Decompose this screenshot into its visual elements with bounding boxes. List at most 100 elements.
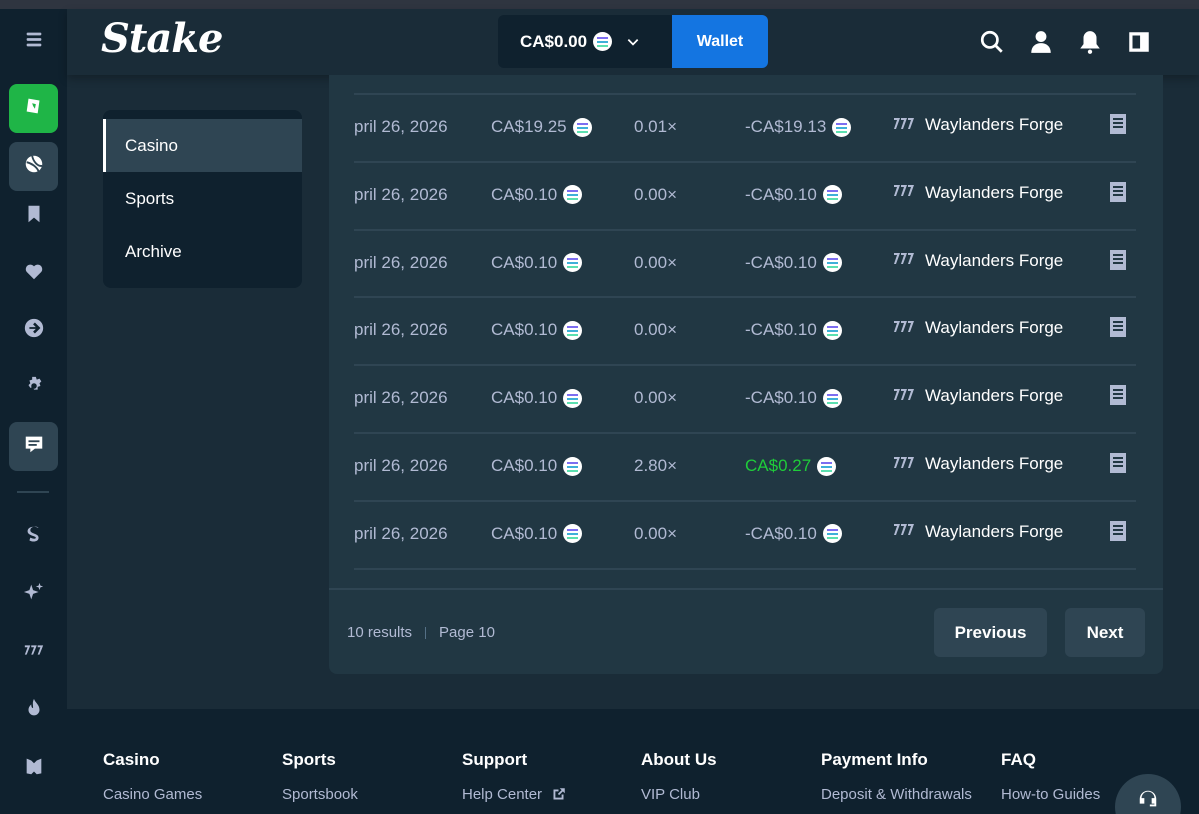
external-link-icon (553, 788, 565, 800)
footer-link-help-center[interactable]: Help Center (462, 786, 566, 803)
top-header: Stake CA$0.00 Wallet (67, 9, 1199, 75)
stake-originals-button[interactable] (9, 512, 58, 561)
slots-777-icon (893, 454, 925, 475)
footer-link-casino-games[interactable]: Casino Games (103, 786, 202, 803)
footer-link-vip-club[interactable]: VIP Club (641, 786, 717, 803)
favourites-button[interactable] (9, 249, 58, 298)
hot-games-button[interactable] (9, 686, 58, 735)
bet-amount: CA$0.10 (491, 184, 583, 206)
bet-details-button[interactable] (1109, 452, 1127, 474)
stake-logo[interactable]: Stake (101, 15, 223, 62)
balance-selector[interactable]: CA$0.00 (498, 15, 672, 68)
bookmark-icon (23, 203, 45, 230)
crypto-coin-icon (822, 388, 842, 408)
sports-button[interactable] (9, 142, 58, 191)
profile-button[interactable] (1028, 29, 1054, 55)
previous-page-button[interactable]: Previous (934, 608, 1047, 657)
pagination-separator (425, 626, 427, 639)
balance-amount: CA$0.00 (520, 31, 588, 51)
bet-amount: CA$0.10 (491, 455, 583, 477)
crypto-coin-icon (563, 320, 583, 340)
menu-icon (23, 28, 45, 55)
receipt-icon (1109, 181, 1127, 207)
crypto-coin-icon (822, 320, 842, 340)
bet-details-button[interactable] (1109, 316, 1127, 338)
notifications-button[interactable] (1077, 29, 1103, 55)
footer-link-deposit-withdrawals[interactable]: Deposit & Withdrawals (821, 786, 972, 803)
row-divider (354, 93, 1136, 95)
bet-amount: CA$0.10 (491, 319, 583, 341)
footer-heading: Sports (282, 750, 336, 769)
bet-payout: -CA$0.10 (745, 184, 842, 206)
game-link[interactable]: Waylanders Forge (893, 317, 1063, 339)
bet-payout: CA$0.27 (745, 455, 837, 477)
game-link[interactable]: Waylanders Forge (893, 182, 1063, 204)
new-releases-button[interactable] (9, 570, 58, 619)
bet-details-button[interactable] (1109, 384, 1127, 406)
casino-button[interactable] (9, 84, 58, 133)
bet-multiplier: 0.00× (634, 252, 678, 272)
footer-column-sports: Sports Sportsbook (282, 750, 358, 803)
receipt-icon (1109, 385, 1127, 410)
chevron-down-icon (627, 38, 639, 46)
menu-toggle-button[interactable] (9, 17, 58, 66)
panel-divider (329, 588, 1163, 590)
crypto-coin-icon (822, 253, 842, 273)
settings-button[interactable] (9, 364, 58, 413)
bet-payout: -CA$0.10 (745, 387, 842, 409)
headset-icon (1137, 788, 1159, 814)
recent-button[interactable] (9, 306, 58, 355)
crypto-coin-icon (563, 185, 583, 205)
bet-payout: -CA$0.10 (745, 319, 842, 341)
transactions-button[interactable] (9, 422, 58, 471)
promotions-button[interactable] (9, 744, 58, 793)
subnav-item-casino[interactable]: Casino (103, 119, 302, 172)
row-divider (354, 432, 1136, 434)
crypto-coin-icon (563, 388, 583, 408)
row-divider (354, 228, 1136, 231)
row-divider (354, 567, 1136, 570)
crypto-coin-icon (817, 456, 837, 476)
game-link[interactable]: Waylanders Forge (893, 385, 1063, 407)
window-top-strip (0, 0, 1199, 9)
crypto-coin-icon (832, 117, 852, 137)
heart-icon (23, 260, 45, 287)
bet-payout: -CA$0.10 (745, 252, 842, 274)
footer-heading: About Us (641, 750, 717, 769)
favourites-bookmark-button[interactable] (9, 192, 58, 241)
footer-link-sportsbook[interactable]: Sportsbook (282, 786, 358, 803)
toggle-chat-panel-button[interactable] (1126, 29, 1152, 55)
row-divider (354, 296, 1136, 299)
row-divider (354, 364, 1136, 367)
bet-multiplier: 0.00× (634, 523, 678, 543)
subnav-item-sports[interactable]: Sports (103, 172, 302, 225)
slots-777-icon (893, 318, 925, 339)
bet-details-button[interactable] (1109, 249, 1127, 271)
slots-777-icon (893, 386, 925, 407)
footer-column-faq: FAQ How-to Guides (1001, 750, 1100, 803)
bet-details-button[interactable] (1109, 181, 1127, 203)
game-link[interactable]: Waylanders Forge (893, 250, 1063, 272)
footer-column-casino: Casino Casino Games (103, 750, 202, 803)
bet-amount: CA$0.10 (491, 387, 583, 409)
search-button[interactable] (979, 29, 1005, 55)
bet-details-button[interactable] (1109, 520, 1127, 542)
game-link[interactable]: Waylanders Forge (893, 453, 1063, 475)
search-icon (979, 30, 1005, 59)
slots-button[interactable] (9, 628, 58, 677)
game-link[interactable]: Waylanders Forge (893, 114, 1063, 136)
slots-777-icon (23, 639, 45, 666)
wallet-button[interactable]: Wallet (672, 15, 768, 68)
crypto-coin-icon (563, 253, 583, 273)
footer-link-how-to-guides[interactable]: How-to Guides (1001, 786, 1100, 803)
subnav-item-archive[interactable]: Archive (103, 225, 302, 278)
game-link[interactable]: Waylanders Forge (893, 521, 1063, 543)
bet-multiplier: 2.80× (634, 456, 678, 475)
results-count: 10 results (347, 624, 413, 641)
slots-777-icon (893, 250, 925, 271)
next-page-button[interactable]: Next (1065, 608, 1145, 657)
transactions-icon (23, 433, 45, 460)
crypto-coin-icon (593, 32, 613, 51)
bet-details-button[interactable] (1109, 113, 1127, 135)
footer-column-about: About Us VIP Club (641, 750, 717, 803)
